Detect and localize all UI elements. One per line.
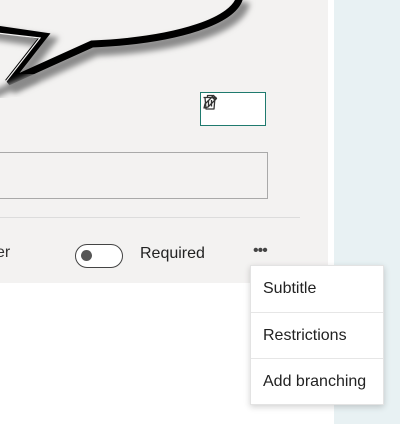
more-options-button[interactable]: •••: [253, 243, 275, 261]
menu-item-add-branching[interactable]: Add branching: [251, 358, 383, 404]
required-toggle[interactable]: [75, 244, 123, 268]
question-card: er Required •••: [0, 0, 328, 283]
menu-item-restrictions[interactable]: Restrictions: [251, 312, 383, 358]
question-image: [0, 0, 300, 128]
footer-divider: [0, 217, 300, 218]
toggle-knob: [81, 250, 92, 261]
footer-option-label: er: [0, 244, 11, 261]
menu-item-subtitle[interactable]: Subtitle: [251, 266, 383, 312]
more-options-menu: Subtitle Restrictions Add branching: [250, 265, 384, 405]
trash-icon: [203, 94, 217, 110]
answer-input[interactable]: [0, 152, 268, 199]
required-label: Required: [140, 245, 205, 262]
image-toolbar: [200, 92, 266, 126]
delete-image-button[interactable]: [203, 94, 260, 120]
